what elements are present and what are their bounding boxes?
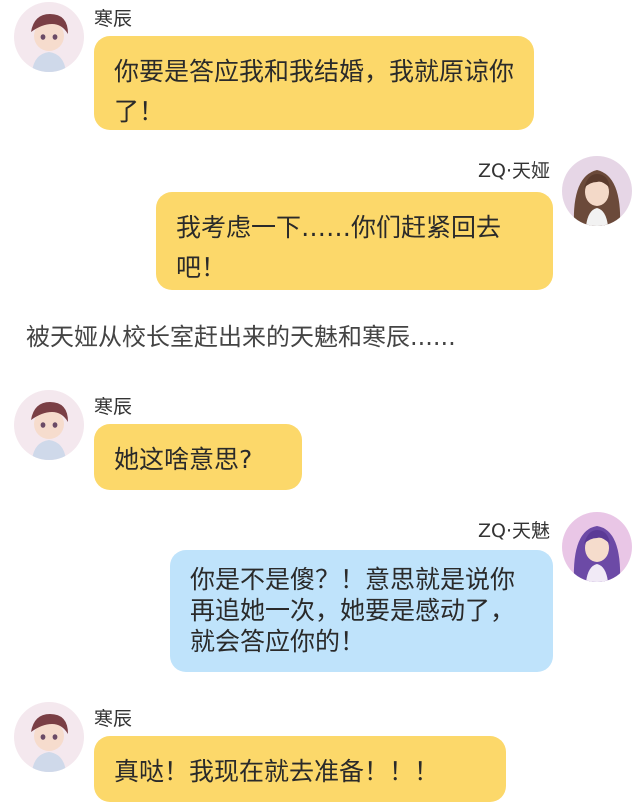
sender-name: ZQ·天娅 (477, 160, 550, 182)
hanchen-avatar-icon[interactable] (14, 702, 84, 772)
tianya-avatar-icon[interactable] (562, 156, 632, 226)
tianmei-avatar-icon[interactable] (562, 512, 632, 582)
message-bubble[interactable]: 你要是答应我和我结婚，我就原谅你了！ (94, 36, 534, 130)
message-bubble[interactable]: 她这啥意思? (94, 424, 302, 490)
sender-name: 寒辰 (94, 708, 133, 730)
sender-name: 寒辰 (94, 396, 133, 418)
message-bubble[interactable]: 你是不是傻？！意思就是说你再追她一次，她要是感动了，就会答应你的！ (170, 550, 553, 672)
narration-text: 被天娅从校长室赶出来的天魅和寒辰...... (26, 323, 456, 351)
hanchen-avatar-icon[interactable] (14, 390, 84, 460)
message-bubble[interactable]: 我考虑一下……你们赶紧回去吧！ (156, 192, 553, 290)
hanchen-avatar-icon[interactable] (14, 2, 84, 72)
message-bubble[interactable]: 真哒！我现在就去准备！！！ (94, 736, 506, 802)
sender-name: ZQ·天魅 (477, 520, 550, 542)
sender-name: 寒辰 (94, 8, 133, 30)
